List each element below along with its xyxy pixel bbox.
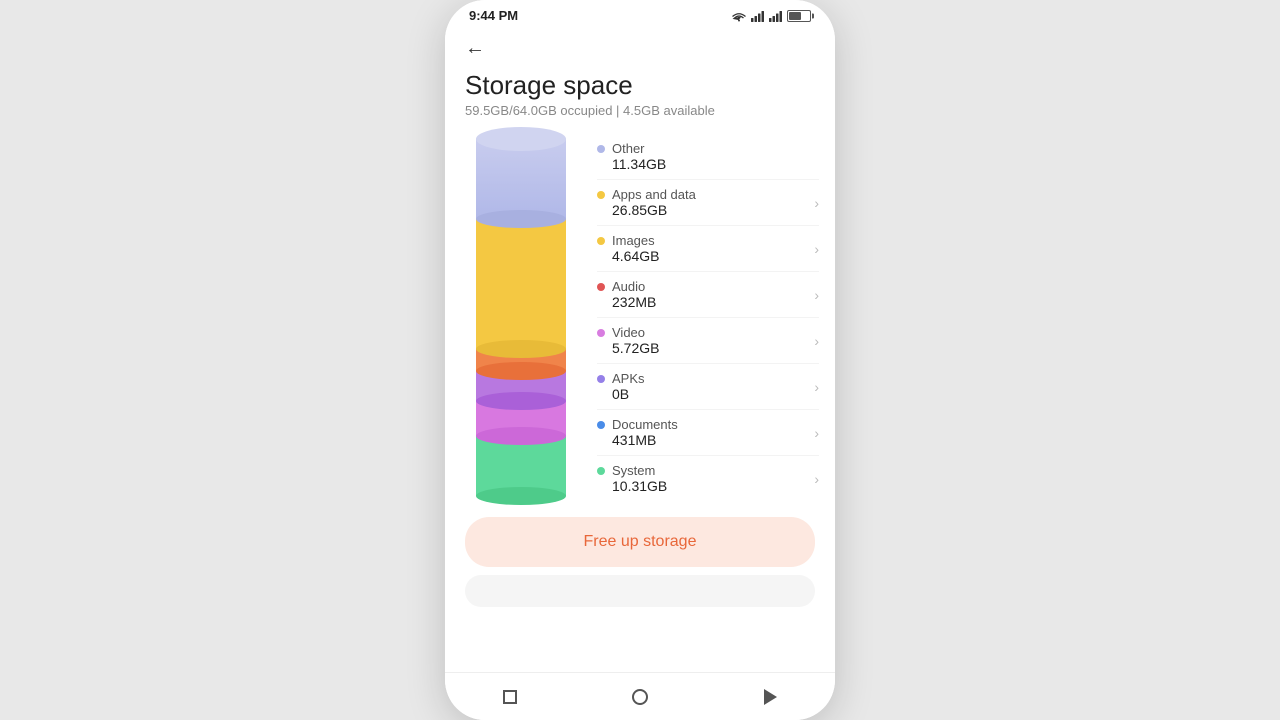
legend-item-system[interactable]: System10.31GB› <box>597 456 819 501</box>
legend-dot-system <box>597 467 605 475</box>
chevron-icon-system: › <box>814 471 819 487</box>
legend-value-system: 10.31GB <box>612 478 810 494</box>
second-action-button[interactable] <box>465 575 815 607</box>
legend-value-audio: 232MB <box>612 294 810 310</box>
legend-name-documents: Documents <box>612 417 810 432</box>
chevron-icon-documents: › <box>814 425 819 441</box>
chevron-icon-video: › <box>814 333 819 349</box>
legend-value-apks: 0B <box>612 386 810 402</box>
chevron-icon-images: › <box>814 241 819 257</box>
bottom-nav <box>445 672 835 720</box>
legend-name-video: Video <box>612 325 810 340</box>
page-title: Storage space <box>445 64 835 103</box>
legend-item-other: Other11.34GB <box>597 134 819 180</box>
back-arrow-icon: ← <box>465 37 485 59</box>
chevron-icon-audio: › <box>814 287 819 303</box>
legend-value-video: 5.72GB <box>612 340 810 356</box>
legend-dot-video <box>597 329 605 337</box>
cylinder-chart <box>461 139 581 496</box>
circle-icon <box>632 689 648 705</box>
chart-section: Other11.34GBApps and data26.85GB›Images4… <box>445 134 835 501</box>
legend-value-documents: 431MB <box>612 432 810 448</box>
battery-icon <box>787 10 811 22</box>
square-icon <box>503 690 517 704</box>
legend-item-images[interactable]: Images4.64GB› <box>597 226 819 272</box>
legend-item-documents[interactable]: Documents431MB› <box>597 410 819 456</box>
free-up-storage-button[interactable]: Free up storage <box>465 517 815 567</box>
legend-item-apps[interactable]: Apps and data26.85GB› <box>597 180 819 226</box>
status-bar: 9:44 PM <box>445 0 835 27</box>
seg-other <box>476 139 566 219</box>
legend-dot-documents <box>597 421 605 429</box>
nav-home-button[interactable] <box>626 683 654 711</box>
chevron-icon-apks: › <box>814 379 819 395</box>
legend-dot-apks <box>597 375 605 383</box>
seg-system <box>476 436 566 496</box>
phone-frame: 9:44 PM <box>445 0 835 720</box>
signal2-icon <box>769 10 783 22</box>
status-time: 9:44 PM <box>469 8 518 23</box>
legend-name-system: System <box>612 463 810 478</box>
legend-name-apps: Apps and data <box>612 187 810 202</box>
nav-back-button[interactable] <box>756 683 784 711</box>
legend-name-images: Images <box>612 233 810 248</box>
seg-apps <box>476 219 566 349</box>
legend-name-audio: Audio <box>612 279 810 294</box>
legend-dot-images <box>597 237 605 245</box>
legend-item-video[interactable]: Video5.72GB› <box>597 318 819 364</box>
wifi-icon <box>731 10 747 22</box>
chevron-icon-apps: › <box>814 195 819 211</box>
status-icons <box>731 10 811 22</box>
legend-item-audio[interactable]: Audio232MB› <box>597 272 819 318</box>
legend-dot-other <box>597 145 605 153</box>
legend-list: Other11.34GBApps and data26.85GB›Images4… <box>597 134 819 501</box>
legend-value-other: 11.34GB <box>612 156 819 172</box>
legend-name-other: Other <box>612 141 819 156</box>
main-content: ← Storage space 59.5GB/64.0GB occupied |… <box>445 27 835 672</box>
nav-square-button[interactable] <box>496 683 524 711</box>
legend-value-images: 4.64GB <box>612 248 810 264</box>
back-button[interactable]: ← <box>445 27 835 64</box>
legend-item-apks[interactable]: APKs0B› <box>597 364 819 410</box>
signal-icon <box>751 10 765 22</box>
triangle-icon <box>764 689 777 705</box>
cylinder-body <box>476 139 566 496</box>
legend-dot-apps <box>597 191 605 199</box>
legend-value-apps: 26.85GB <box>612 202 810 218</box>
legend-dot-audio <box>597 283 605 291</box>
legend-name-apks: APKs <box>612 371 810 386</box>
